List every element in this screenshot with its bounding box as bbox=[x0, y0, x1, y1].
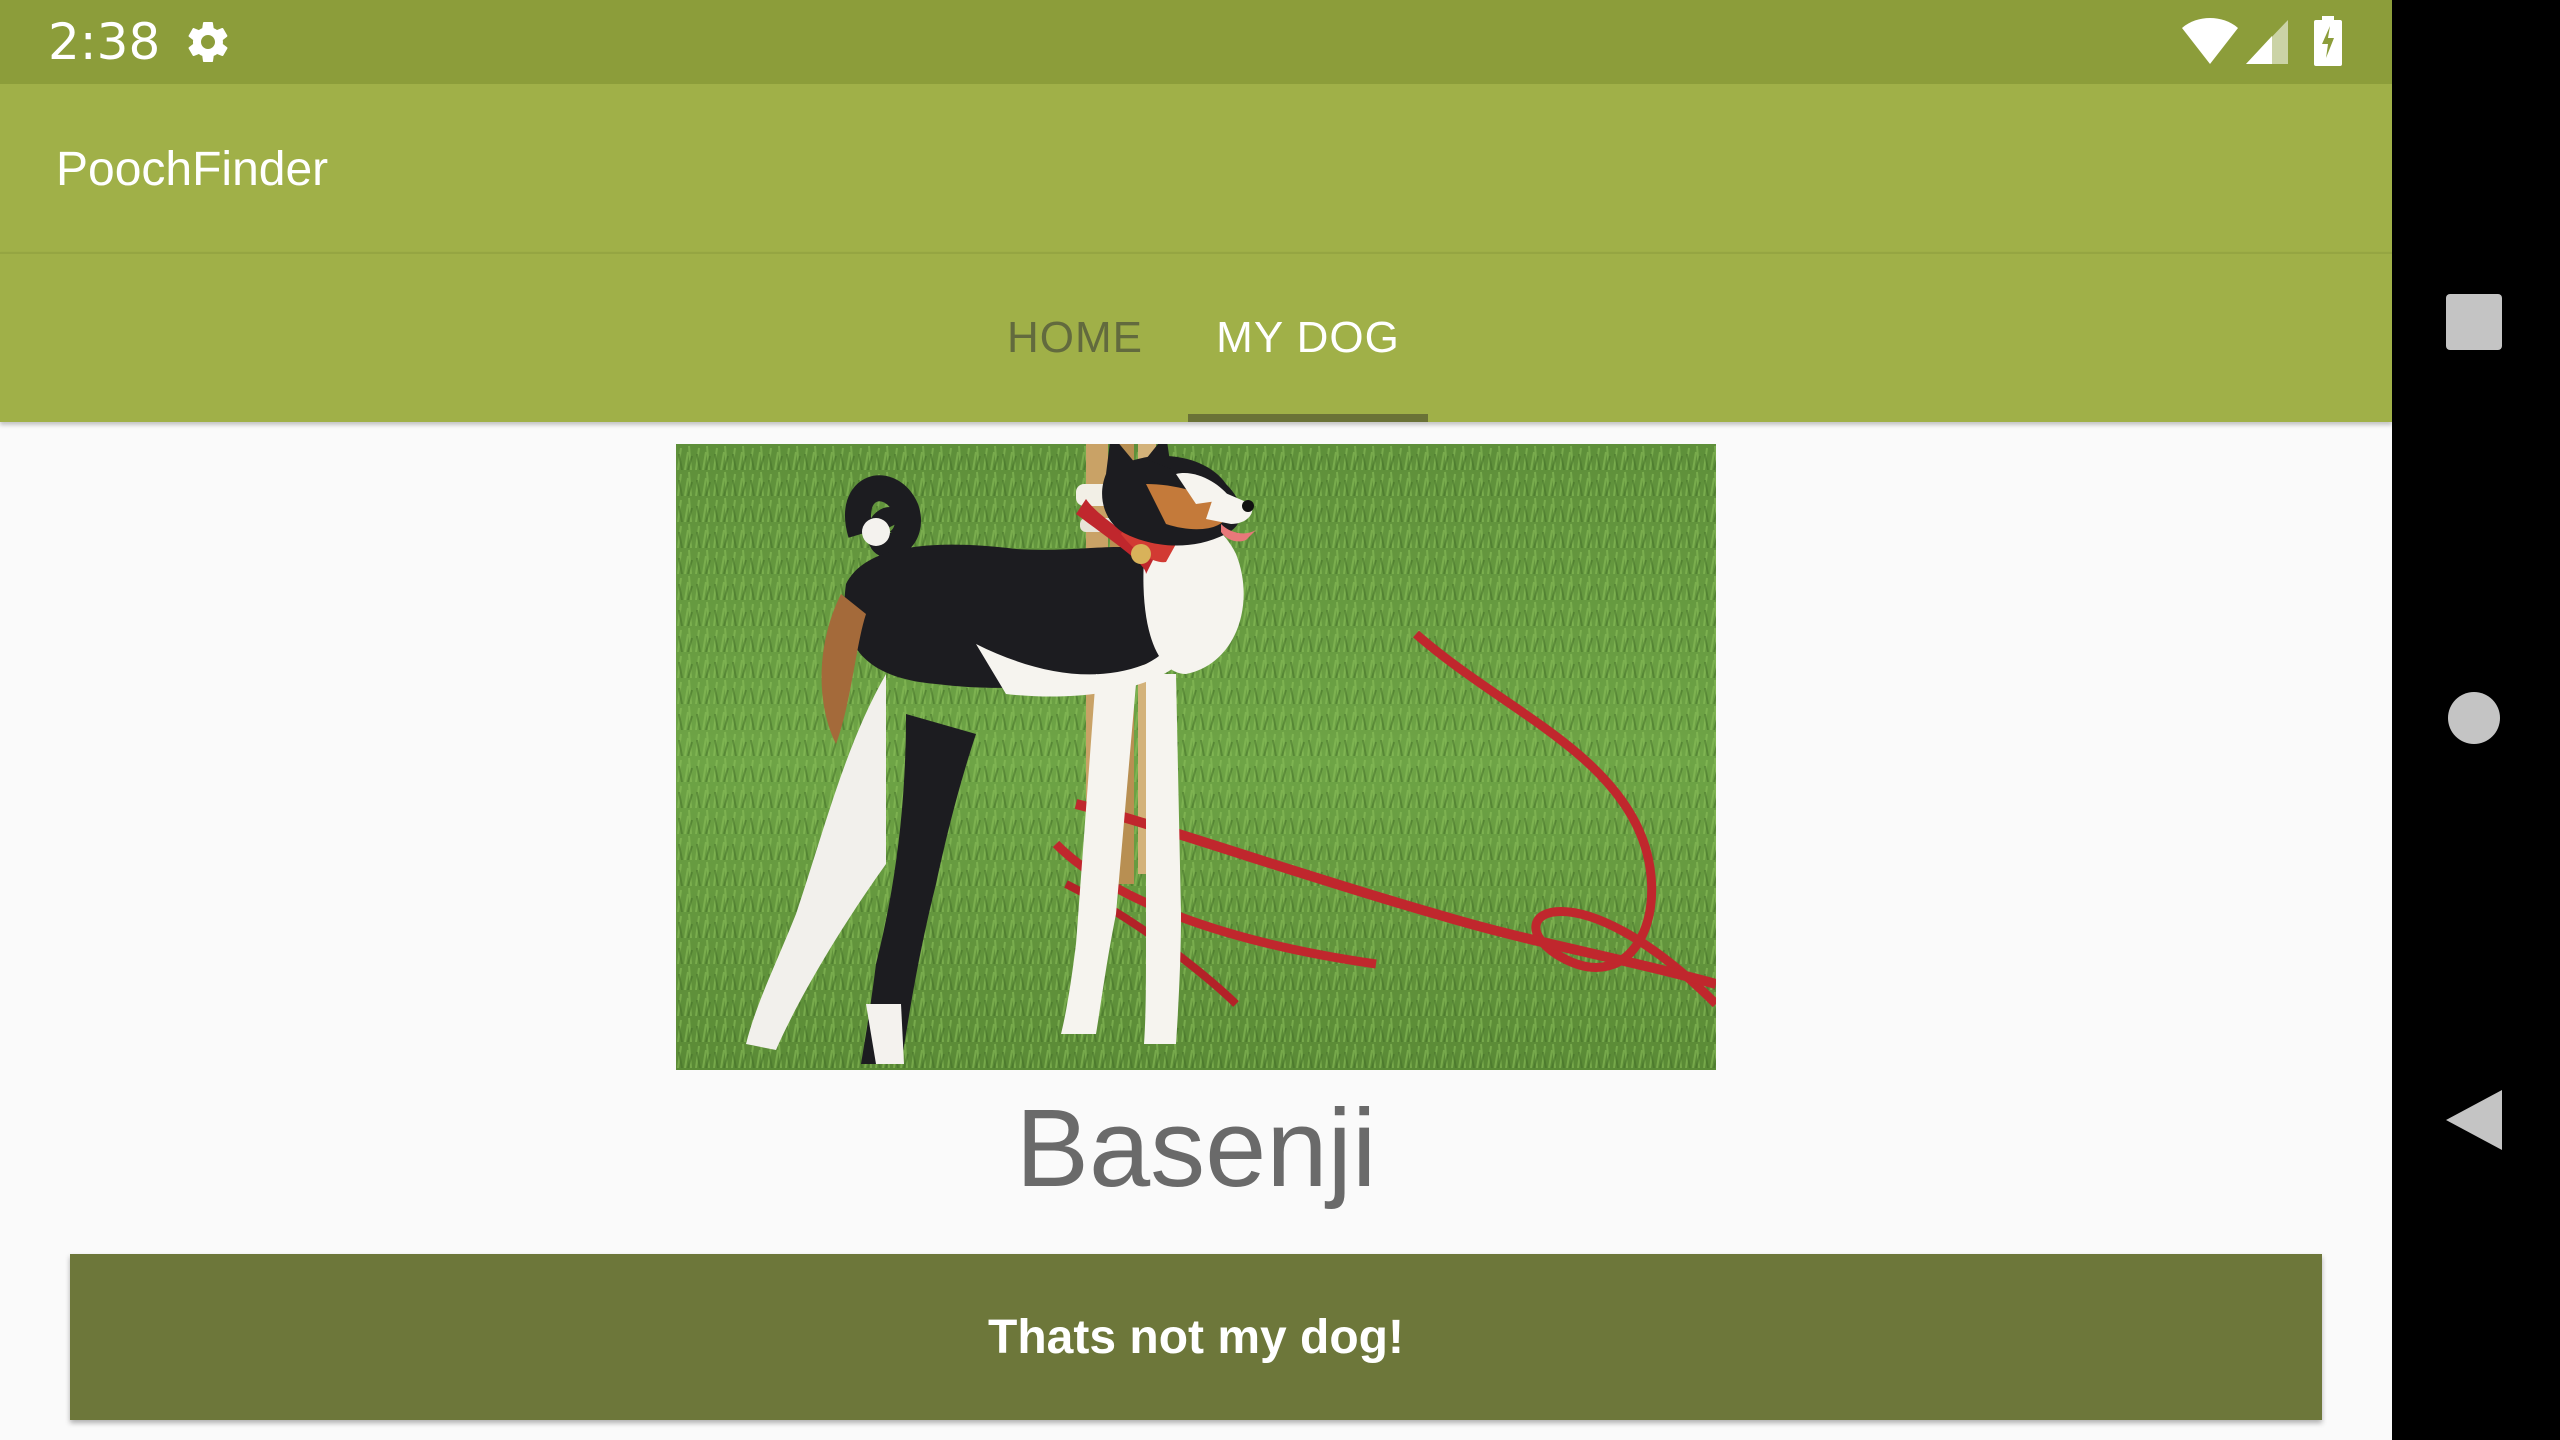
tab-bar: HOME MY DOG bbox=[0, 252, 2392, 422]
tab-home[interactable]: HOME bbox=[968, 254, 1182, 422]
not-my-dog-button[interactable]: Thats not my dog! bbox=[70, 1254, 2322, 1420]
home-icon[interactable] bbox=[2446, 690, 2502, 746]
gear-icon bbox=[188, 22, 228, 63]
tab-selected-indicator bbox=[1188, 414, 1428, 422]
signal-icon bbox=[2246, 20, 2288, 64]
app-title: PoochFinder bbox=[56, 143, 329, 196]
back-icon[interactable] bbox=[2446, 1090, 2502, 1150]
wifi-icon bbox=[2182, 18, 2238, 64]
app-bar: PoochFinder bbox=[0, 84, 2392, 252]
app-screen: 2:38 PoochFinder HOME MY DOG Basenji Tha… bbox=[0, 0, 2392, 1440]
tab-my-dog[interactable]: MY DOG bbox=[1188, 254, 1428, 422]
status-bar: 2:38 bbox=[0, 0, 2392, 84]
dog-photo bbox=[676, 444, 1716, 1070]
recents-icon[interactable] bbox=[2446, 294, 2502, 350]
dog-breed-name: Basenji bbox=[1015, 1087, 1377, 1210]
battery-charging-icon bbox=[2314, 16, 2342, 66]
status-time: 2:38 bbox=[48, 13, 161, 71]
